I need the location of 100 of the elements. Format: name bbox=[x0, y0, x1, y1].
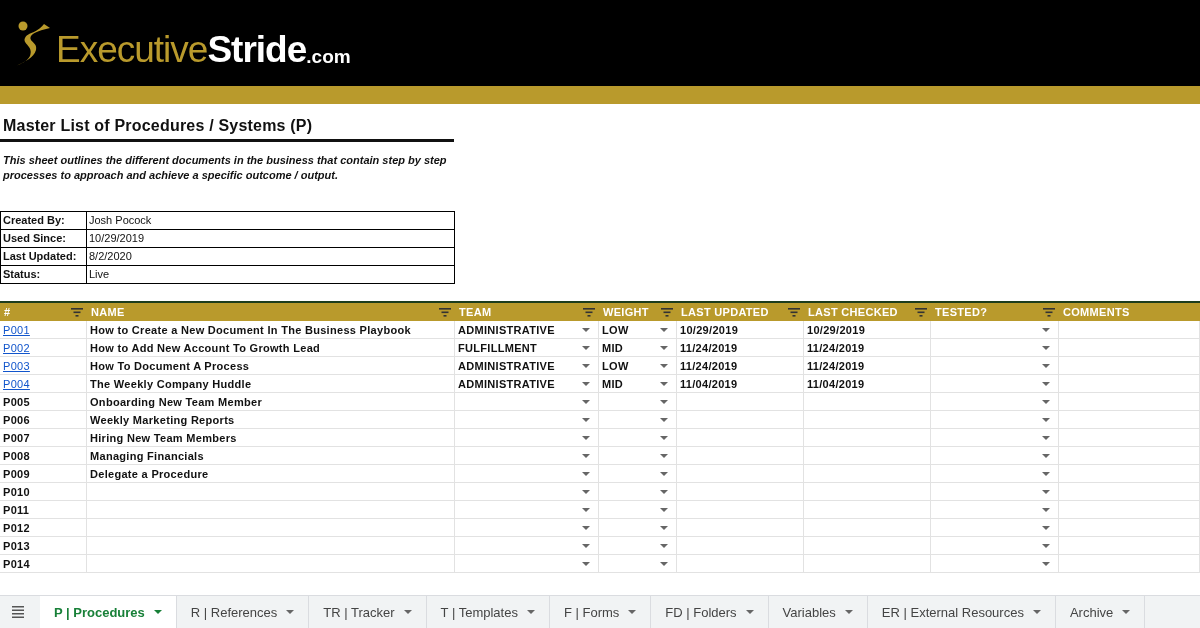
sheet-tab[interactable]: P | Procedures bbox=[40, 596, 177, 628]
sheet-tab[interactable]: T | Templates bbox=[426, 596, 550, 628]
dropdown-caret-icon[interactable] bbox=[582, 327, 590, 332]
caret-icon[interactable] bbox=[745, 610, 754, 614]
dropdown-caret-icon[interactable] bbox=[1042, 381, 1050, 386]
cell-text: P008 bbox=[3, 449, 30, 462]
column-header-label: COMMENTS bbox=[1063, 306, 1130, 318]
procedure-link[interactable]: P003 bbox=[3, 359, 30, 372]
cell-text: LOW bbox=[602, 323, 629, 336]
procedure-link[interactable]: P004 bbox=[3, 377, 30, 390]
dropdown-caret-icon[interactable] bbox=[660, 363, 668, 368]
dropdown-caret-icon[interactable] bbox=[1042, 327, 1050, 332]
column-header-label: WEIGHT bbox=[603, 306, 649, 318]
info-value: Live bbox=[87, 266, 455, 284]
info-value: Josh Pocock bbox=[87, 212, 455, 230]
cell-text: P009 bbox=[3, 467, 30, 480]
dropdown-caret-icon[interactable] bbox=[582, 525, 590, 530]
cell-text: 11/04/2019 bbox=[807, 377, 865, 390]
dropdown-caret-icon[interactable] bbox=[1042, 471, 1050, 476]
caret-icon[interactable] bbox=[153, 610, 162, 614]
dropdown-caret-icon[interactable] bbox=[1042, 345, 1050, 350]
dropdown-caret-icon[interactable] bbox=[582, 471, 590, 476]
dropdown-caret-icon[interactable] bbox=[582, 561, 590, 566]
info-value: 10/29/2019 bbox=[87, 230, 455, 248]
dropdown-caret-icon[interactable] bbox=[660, 561, 668, 566]
filter-icon[interactable] bbox=[1043, 307, 1055, 317]
cell-text: 11/24/2019 bbox=[680, 359, 738, 372]
caret-icon[interactable] bbox=[286, 610, 295, 614]
dropdown-caret-icon[interactable] bbox=[582, 381, 590, 386]
dropdown-caret-icon[interactable] bbox=[660, 345, 668, 350]
dropdown-caret-icon[interactable] bbox=[582, 453, 590, 458]
dropdown-caret-icon[interactable] bbox=[660, 435, 668, 440]
dropdown-caret-icon[interactable] bbox=[1042, 507, 1050, 512]
filter-icon[interactable] bbox=[788, 307, 800, 317]
filter-icon[interactable] bbox=[915, 307, 927, 317]
dropdown-caret-icon[interactable] bbox=[582, 345, 590, 350]
dropdown-caret-icon[interactable] bbox=[582, 543, 590, 548]
dropdown-caret-icon[interactable] bbox=[1042, 561, 1050, 566]
dropdown-caret-icon[interactable] bbox=[660, 471, 668, 476]
dropdown-caret-icon[interactable] bbox=[1042, 399, 1050, 404]
column-header-label: # bbox=[4, 306, 11, 318]
cell-text: MID bbox=[602, 377, 624, 390]
dropdown-caret-icon[interactable] bbox=[1042, 525, 1050, 530]
cell-text: ADMINISTRATIVE bbox=[458, 377, 555, 390]
dropdown-caret-icon[interactable] bbox=[660, 507, 668, 512]
sheet-tab[interactable]: R | References bbox=[176, 596, 310, 628]
dropdown-caret-icon[interactable] bbox=[660, 453, 668, 458]
dropdown-caret-icon[interactable] bbox=[660, 543, 668, 548]
dropdown-caret-icon[interactable] bbox=[582, 435, 590, 440]
cell-text: P011 bbox=[3, 503, 30, 516]
dropdown-caret-icon[interactable] bbox=[1042, 417, 1050, 422]
sheet-description: This sheet outlines the different documents in the business that contain step by step processes to approach and achieve a specific outcome / output. bbox=[2, 153, 448, 183]
dropdown-caret-icon[interactable] bbox=[1042, 453, 1050, 458]
cell-text: FULFILLMENT bbox=[458, 341, 538, 354]
caret-icon[interactable] bbox=[1032, 610, 1041, 614]
filter-icon[interactable] bbox=[583, 307, 595, 317]
logo-text: Executive bbox=[56, 31, 208, 68]
info-value: 8/2/2020 bbox=[87, 248, 455, 266]
sheet-tab[interactable]: FD | Folders bbox=[651, 596, 769, 628]
filter-icon[interactable] bbox=[661, 307, 673, 317]
procedure-link[interactable]: P001 bbox=[3, 323, 30, 336]
menu-icon[interactable] bbox=[12, 606, 24, 618]
dropdown-caret-icon[interactable] bbox=[582, 417, 590, 422]
sheet-tab[interactable]: F | Forms bbox=[549, 596, 652, 628]
info-label: Status: bbox=[1, 266, 87, 284]
procedure-link[interactable]: P002 bbox=[3, 341, 30, 354]
column-header-label: NAME bbox=[91, 306, 125, 318]
dropdown-caret-icon[interactable] bbox=[1042, 435, 1050, 440]
dropdown-caret-icon[interactable] bbox=[660, 525, 668, 530]
filter-icon[interactable] bbox=[439, 307, 451, 317]
cell-text: P012 bbox=[3, 521, 30, 534]
caret-icon[interactable] bbox=[844, 610, 853, 614]
dropdown-caret-icon[interactable] bbox=[660, 489, 668, 494]
dropdown-caret-icon[interactable] bbox=[582, 363, 590, 368]
dropdown-caret-icon[interactable] bbox=[660, 417, 668, 422]
dropdown-caret-icon[interactable] bbox=[582, 489, 590, 494]
dropdown-caret-icon[interactable] bbox=[582, 399, 590, 404]
cell-text: Managing Financials bbox=[90, 449, 204, 462]
cell-text: 11/24/2019 bbox=[680, 341, 738, 354]
sheet-tab[interactable]: Archive bbox=[1055, 596, 1146, 628]
dropdown-caret-icon[interactable] bbox=[660, 327, 668, 332]
cell-text: 11/24/2019 bbox=[807, 341, 865, 354]
caret-icon[interactable] bbox=[1122, 610, 1131, 614]
caret-icon[interactable] bbox=[403, 610, 412, 614]
dropdown-caret-icon[interactable] bbox=[1042, 363, 1050, 368]
sheet-tab[interactable]: Variables bbox=[768, 596, 868, 628]
dropdown-caret-icon[interactable] bbox=[660, 381, 668, 386]
dropdown-caret-icon[interactable] bbox=[582, 507, 590, 512]
dropdown-caret-icon[interactable] bbox=[1042, 489, 1050, 494]
dropdown-caret-icon[interactable] bbox=[1042, 543, 1050, 548]
caret-icon[interactable] bbox=[526, 610, 535, 614]
cell-text: P010 bbox=[3, 485, 30, 498]
cell-text: LOW bbox=[602, 359, 629, 372]
cell-text: P013 bbox=[3, 539, 30, 552]
sheet-tab[interactable]: TR | Tracker bbox=[309, 596, 427, 628]
filter-icon[interactable] bbox=[71, 307, 83, 317]
cell-text: Onboarding New Team Member bbox=[90, 395, 262, 408]
sheet-tab[interactable]: ER | External Resources bbox=[867, 596, 1056, 628]
caret-icon[interactable] bbox=[628, 610, 637, 614]
dropdown-caret-icon[interactable] bbox=[660, 399, 668, 404]
